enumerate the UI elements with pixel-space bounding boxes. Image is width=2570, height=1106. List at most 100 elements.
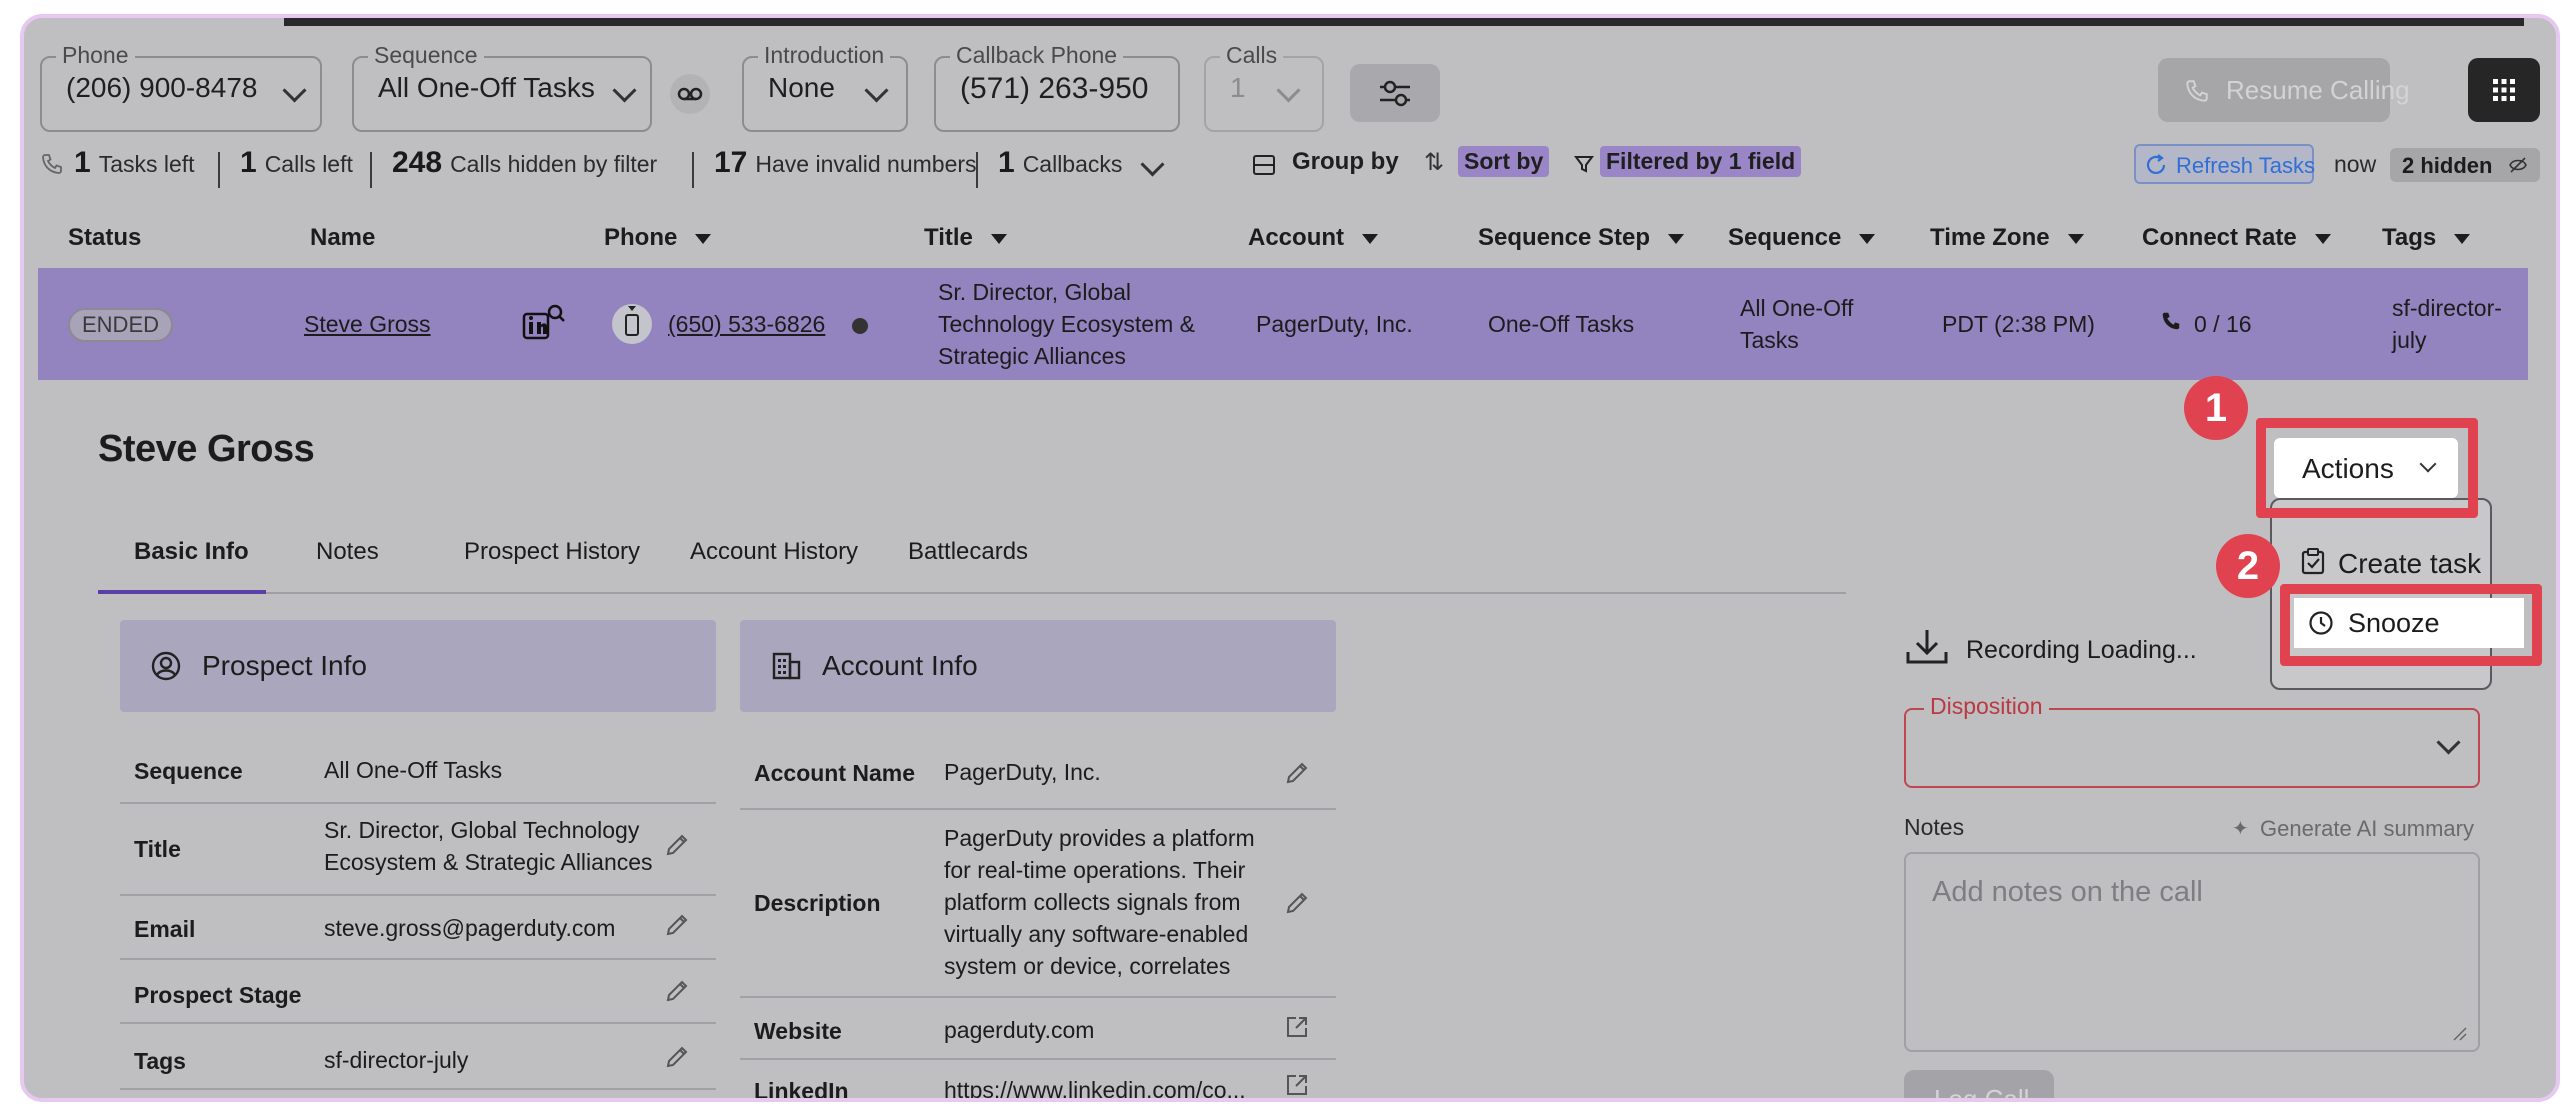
edit-pencil-icon[interactable] (1284, 890, 1310, 916)
divider (740, 1058, 1336, 1060)
tab-notes[interactable]: Notes (316, 538, 379, 566)
callback-phone-label: Callback Phone (950, 42, 1124, 69)
filter-label: Filtered by 1 field (1600, 146, 1802, 177)
column-header-title[interactable]: Title (924, 224, 1007, 252)
edit-pencil-icon[interactable] (664, 832, 690, 858)
clipboard-check-icon (2301, 548, 2325, 575)
field-value: https://www.linkedin.com/co... (944, 1077, 1246, 1102)
contact-detail-name: Steve Gross (98, 428, 315, 470)
table-row[interactable]: ENDED Steve Gross (650) 533-6826 Sr. Dir… (38, 268, 2528, 380)
chevron-down-icon (1276, 78, 1301, 103)
column-header-sequence-step[interactable]: Sequence Step (1478, 224, 1685, 252)
callbacks-dropdown[interactable]: 1 Callbacks (998, 146, 1122, 180)
introduction-select[interactable]: Introduction None (742, 42, 908, 132)
tab-basic-info[interactable]: Basic Info (134, 538, 249, 566)
filter-settings-button[interactable] (1350, 64, 1440, 122)
edit-pencil-icon[interactable] (664, 1044, 690, 1070)
refresh-icon (2146, 154, 2166, 174)
external-link-icon[interactable] (1284, 1072, 1310, 1098)
field-label: Title (134, 836, 181, 862)
tabs-divider (98, 592, 1846, 594)
menu-item-label: Create task (2338, 548, 2482, 579)
invalid-count: 17 (714, 146, 748, 179)
column-header-tags[interactable]: Tags (2382, 224, 2471, 252)
resume-calling-label: Resume Calling (2226, 75, 2410, 105)
contact-phone-link[interactable]: (650) 533-6826 (668, 308, 825, 340)
field-value: PagerDuty provides a platform for real-t… (944, 825, 1255, 979)
chevron-down-icon (2436, 730, 2461, 755)
annotation-highlight-snooze (2280, 584, 2542, 666)
disposition-select[interactable]: Disposition (1904, 693, 2480, 788)
building-icon (772, 652, 801, 680)
tab-prospect-history[interactable]: Prospect History (464, 538, 640, 566)
contact-name-link[interactable]: Steve Gross (304, 308, 431, 340)
hidden-count: 248 (392, 146, 443, 179)
sequence-select[interactable]: Sequence All One-Off Tasks (352, 42, 652, 132)
edit-pencil-icon[interactable] (1284, 760, 1310, 786)
column-header-phone[interactable]: Phone (604, 224, 712, 252)
field-label: Description (754, 890, 881, 916)
callback-phone-value: (571) 263-950 (960, 72, 1149, 105)
invalid-numbers-stat: 17 Have invalid numbers (714, 146, 977, 180)
resume-calling-button[interactable]: Resume Calling (2158, 58, 2410, 122)
refresh-tasks-button[interactable]: Refresh Tasks (2134, 144, 2315, 184)
log-call-button[interactable]: Log Call (1904, 1070, 2054, 1098)
sort-caret-icon (2314, 233, 2331, 244)
sort-caret-icon (990, 233, 1007, 244)
tab-account-history[interactable]: Account History (690, 538, 858, 566)
field-label: Prospect Stage (134, 982, 302, 1008)
linkedin-search-icon[interactable] (522, 302, 566, 342)
column-header-connect-rate[interactable]: Connect Rate (2142, 224, 2331, 252)
introduction-select-label: Introduction (758, 42, 891, 69)
call-notes-textarea[interactable]: Add notes on the call (1904, 852, 2480, 1052)
field-value: sf-director-july (324, 1047, 469, 1073)
menu-item-create-task[interactable]: Create task (2294, 538, 2484, 584)
chevron-down-icon (1140, 152, 1165, 177)
callbacks-label: Callbacks (1022, 151, 1123, 177)
column-header-sequence[interactable]: Sequence (1728, 224, 1876, 252)
calls-select[interactable]: Calls 1 (1204, 42, 1324, 132)
chevron-down-icon (612, 78, 637, 103)
tab-battlecards[interactable]: Battlecards (908, 538, 1028, 566)
field-value: All One-Off Tasks (324, 757, 503, 783)
field-label: Sequence (134, 758, 243, 784)
column-header-name[interactable]: Name (310, 224, 375, 252)
sparkle-icon: ✦ (2232, 818, 2249, 840)
column-header-status[interactable]: Status (68, 224, 141, 252)
column-header-account[interactable]: Account (1248, 224, 1378, 252)
recording-status: Recording Loading... (1966, 636, 2197, 664)
external-link-icon[interactable] (1284, 1014, 1310, 1040)
group-icon (1253, 155, 1275, 175)
sort-icon: ⇅ (1424, 149, 1445, 176)
edit-pencil-icon[interactable] (664, 912, 690, 938)
phone-icon (2186, 80, 2208, 102)
callback-phone-input[interactable]: Callback Phone (571) 263-950 (934, 42, 1180, 132)
chevron-down-icon (864, 78, 889, 103)
field-label: Account Name (754, 760, 916, 786)
resize-handle-icon[interactable] (2452, 1026, 2468, 1042)
calls-left-count: 1 (240, 146, 257, 179)
divider (370, 152, 372, 188)
top-bar-edge (284, 18, 2524, 26)
invalid-label: Have invalid numbers (755, 151, 977, 177)
divider (120, 894, 716, 896)
calls-left-label: Calls left (264, 151, 353, 177)
divider (692, 152, 694, 188)
calls-select-label: Calls (1220, 42, 1284, 69)
field-label: LinkedIn (754, 1078, 849, 1102)
tasks-left-label: Tasks left (98, 151, 195, 177)
sort-caret-icon (2067, 233, 2084, 244)
voicemail-button[interactable] (670, 74, 710, 114)
download-icon[interactable] (1904, 626, 1950, 668)
phone-select-value: (206) 900-8478 (66, 72, 258, 103)
divider (976, 152, 978, 188)
prospect-info-title: Prospect Info (202, 650, 367, 681)
field-label: Tags (134, 1048, 186, 1074)
account-name: PagerDuty, Inc. (1256, 311, 1413, 337)
sort-caret-icon (1362, 233, 1378, 244)
hidden-columns-pill[interactable]: 2 hidden (2390, 148, 2540, 182)
phone-select[interactable]: Phone (206) 900-8478 (40, 42, 322, 132)
column-header-time-zone[interactable]: Time Zone (1930, 224, 2084, 252)
dialpad-button[interactable] (2468, 58, 2540, 122)
edit-pencil-icon[interactable] (664, 978, 690, 1004)
